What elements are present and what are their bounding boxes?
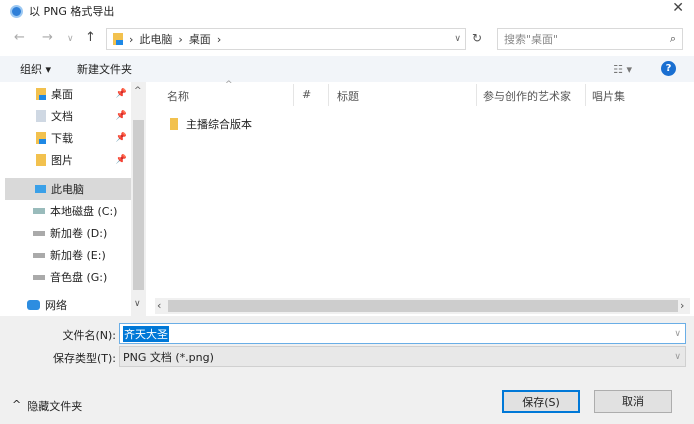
- nav-item-drive-c[interactable]: 本地磁盘 (C:): [0, 200, 131, 222]
- nav-label: 图片: [51, 154, 73, 167]
- nav-item-drive-g[interactable]: 音色盘 (G:): [0, 266, 131, 288]
- nav-item-pictures[interactable]: 图片 📌: [0, 149, 131, 171]
- filename-input[interactable]: 齐天大圣 ∨: [119, 323, 686, 344]
- scroll-up-arrow[interactable]: ^: [134, 86, 142, 96]
- chevron-down-icon[interactable]: ∨: [674, 352, 681, 362]
- back-button[interactable]: ←: [14, 30, 25, 45]
- nav-label: 新加卷 (E:): [50, 249, 106, 262]
- pin-icon[interactable]: 📌: [116, 89, 127, 99]
- filename-value: 齐天大圣: [123, 325, 169, 342]
- nav-item-downloads[interactable]: 下载 📌: [0, 127, 131, 149]
- column-artists[interactable]: 参与创作的艺术家: [483, 88, 571, 104]
- drive-icon: [33, 274, 45, 280]
- nav-label: 文档: [51, 110, 73, 123]
- chevron-down-icon[interactable]: ∨: [674, 329, 681, 339]
- nav-item-network[interactable]: 网络: [0, 294, 131, 316]
- document-icon: [36, 110, 46, 122]
- pin-icon[interactable]: 📌: [116, 111, 127, 121]
- save-type-label: 保存类型(T):: [52, 352, 116, 365]
- pin-icon[interactable]: 📌: [116, 133, 127, 143]
- organize-menu[interactable]: 组织 ▾: [20, 61, 51, 77]
- forward-button[interactable]: →: [42, 30, 53, 45]
- save-type-select[interactable]: PNG 文档 (*.png) ∨: [119, 346, 686, 367]
- sort-arrow-icon: ^: [225, 80, 233, 90]
- column-divider[interactable]: [476, 84, 477, 106]
- up-button[interactable]: ↑: [85, 30, 96, 45]
- nav-item-desktop[interactable]: 桌面 📌: [0, 83, 131, 105]
- scroll-down-arrow[interactable]: ∨: [134, 299, 141, 309]
- nav-item-drive-d[interactable]: 新加卷 (D:): [0, 222, 131, 244]
- address-dropdown-icon[interactable]: ∨: [454, 34, 461, 44]
- dialog-title: 以 PNG 格式导出: [29, 5, 115, 18]
- nav-label: 下载: [51, 132, 73, 145]
- folder-icon: [113, 33, 123, 45]
- folder-icon: [170, 118, 178, 130]
- nav-label: 本地磁盘 (C:): [50, 205, 118, 218]
- search-input[interactable]: 搜索"桌面" ⌕: [497, 28, 683, 50]
- nav-label: 此电脑: [51, 183, 84, 196]
- column-number[interactable]: #: [302, 88, 311, 104]
- hide-folders-label: 隐藏文件夹: [27, 400, 83, 413]
- breadcrumb-desktop[interactable]: 桌面: [189, 31, 211, 47]
- nav-scrollbar-thumb[interactable]: [133, 120, 144, 290]
- download-icon: [36, 132, 46, 144]
- pin-icon[interactable]: 📌: [116, 155, 127, 165]
- drive-icon: [33, 208, 45, 214]
- save-button[interactable]: 保存(S): [502, 390, 580, 413]
- filename-label: 文件名(N):: [62, 329, 116, 342]
- close-button[interactable]: ✕: [672, 0, 684, 16]
- drive-icon: [33, 252, 45, 258]
- breadcrumb-this-pc[interactable]: 此电脑: [139, 31, 172, 47]
- file-item[interactable]: 主播综合版本: [170, 116, 252, 132]
- toolbar: 组织 ▾ 新建文件夹 ☷ ▾: [0, 56, 694, 82]
- view-options-icon[interactable]: ☷ ▾: [613, 63, 632, 76]
- pictures-icon: [36, 154, 46, 166]
- nav-item-documents[interactable]: 文档 📌: [0, 105, 131, 127]
- network-icon: [27, 300, 40, 310]
- help-icon[interactable]: ?: [661, 61, 676, 76]
- save-type-value: PNG 文档 (*.png): [123, 350, 214, 364]
- horizontal-scrollbar-thumb[interactable]: [168, 300, 678, 312]
- cancel-button[interactable]: 取消: [594, 390, 672, 413]
- column-name[interactable]: 名称: [167, 88, 189, 104]
- chevron-up-icon: ^: [12, 398, 22, 411]
- hide-folders-toggle[interactable]: ^ 隐藏文件夹: [12, 398, 82, 414]
- title-bar: 以 PNG 格式导出: [10, 2, 114, 20]
- column-divider[interactable]: [293, 84, 294, 106]
- drive-icon: [33, 230, 45, 236]
- nav-label: 桌面: [51, 88, 73, 101]
- app-icon: [10, 4, 23, 18]
- column-divider[interactable]: [328, 84, 329, 106]
- recent-dropdown[interactable]: ∨: [67, 34, 74, 44]
- column-album[interactable]: 唱片集: [592, 88, 625, 104]
- file-name: 主播综合版本: [186, 118, 252, 131]
- search-icon: ⌕: [669, 32, 676, 45]
- column-title[interactable]: 标题: [337, 88, 359, 104]
- address-bar[interactable]: › 此电脑 › 桌面 › ∨: [106, 28, 466, 50]
- folder-icon: [36, 88, 46, 100]
- search-placeholder: 搜索"桌面": [504, 33, 559, 46]
- column-divider[interactable]: [585, 84, 586, 106]
- computer-icon: [35, 185, 46, 193]
- navigation-pane: 桌面 📌 文档 📌 下载 📌 图片 📌 此电脑 本地磁盘 (C:) 新加卷 (D:) 新…: [0, 82, 131, 316]
- refresh-button[interactable]: ↻: [472, 31, 482, 45]
- new-folder-button[interactable]: 新建文件夹: [77, 61, 132, 77]
- nav-item-this-pc[interactable]: 此电脑: [5, 178, 131, 200]
- nav-item-drive-e[interactable]: 新加卷 (E:): [0, 244, 131, 266]
- scroll-left-arrow[interactable]: ‹: [157, 299, 161, 312]
- nav-label: 新加卷 (D:): [50, 227, 108, 240]
- nav-label: 网络: [45, 299, 67, 312]
- nav-label: 音色盘 (G:): [50, 271, 108, 284]
- scroll-right-arrow[interactable]: ›: [680, 299, 684, 312]
